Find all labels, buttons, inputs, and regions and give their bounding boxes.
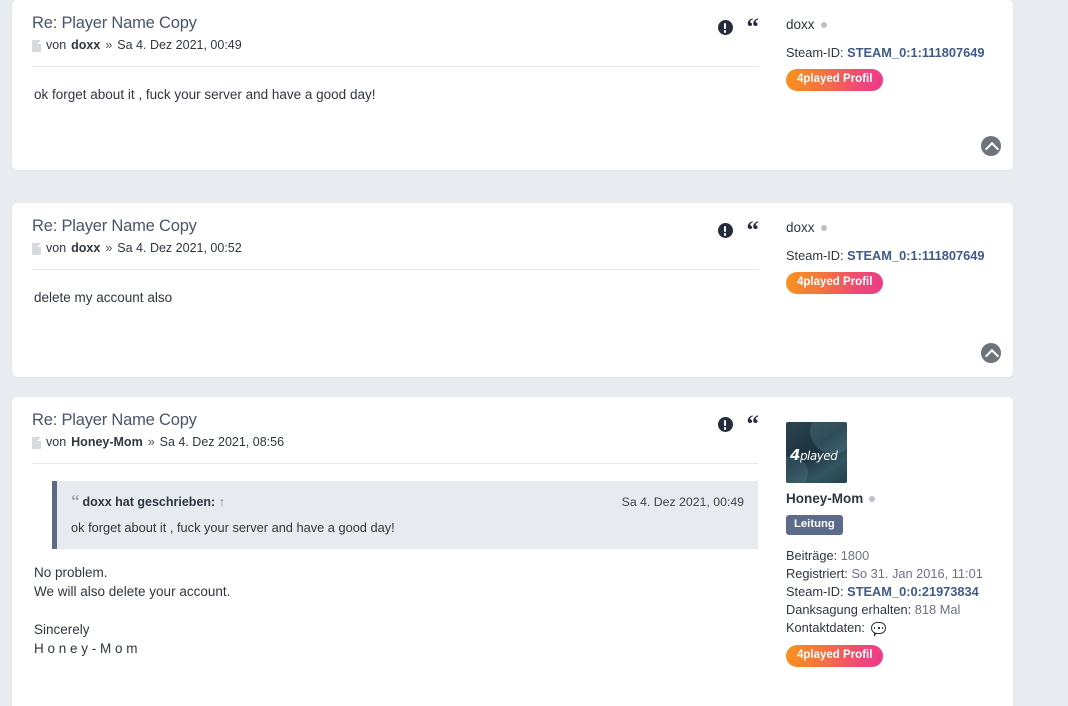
profile-username[interactable]: Honey-Mom (786, 490, 863, 508)
byline-author[interactable]: doxx (71, 240, 100, 257)
profile-username-row: doxx (786, 219, 999, 237)
post-actions: “ (717, 218, 759, 243)
post-actions: “ (717, 15, 759, 40)
quote-mark-icon: “ (71, 491, 79, 510)
post-body-text: ok forget about it , fuck your server an… (34, 87, 376, 102)
post-card: Re: Player Name Copy von doxx » Sa 4. De… (12, 203, 1013, 377)
quote-block: “ doxx hat geschrieben: ↑ Sa 4. Dez 2021,… (52, 481, 758, 549)
byline-separator: » (105, 241, 113, 255)
quote-header: “ doxx hat geschrieben: ↑ Sa 4. Dez 2021,… (71, 491, 744, 511)
post-content-column: Re: Player Name Copy von doxx » Sa 4. De… (12, 0, 780, 170)
post-card: Re: Player Name Copy von doxx » Sa 4. De… (12, 0, 1013, 170)
steam-id-label: Steam-ID: (786, 248, 844, 263)
quote-jump-up-icon[interactable]: ↑ (219, 495, 225, 509)
quote-icon[interactable]: “ (747, 15, 759, 40)
stat-label: Danksagung erhalten: (786, 602, 912, 617)
post-document-icon (32, 39, 41, 52)
speech-bubble-icon[interactable] (870, 622, 886, 637)
report-icon[interactable] (717, 223, 733, 238)
post-document-icon (32, 242, 41, 255)
online-status-dot (869, 496, 876, 502)
avatar-logo: 4played (790, 446, 838, 464)
profile-username-row: doxx (786, 16, 999, 34)
quote-author[interactable]: doxx (83, 495, 112, 509)
stat-label: Beiträge: (786, 548, 838, 563)
stat-value: 1800 (840, 548, 870, 563)
post-content-column: Re: Player Name Copy von Honey-Mom » Sa … (12, 397, 780, 706)
post-title[interactable]: Re: Player Name Copy (32, 12, 780, 34)
rank-badge: Leitung (786, 515, 843, 535)
steam-id-value[interactable]: STEAM_0:1:111807649 (847, 45, 984, 60)
stat-row: Steam-ID: STEAM_0:0:21973834 (786, 583, 999, 601)
stat-row: Beiträge: 1800 (786, 547, 999, 565)
stat-value[interactable]: STEAM_0:0:21973834 (847, 584, 979, 599)
byline-von: von (46, 435, 67, 449)
profile-stats: Beiträge: 1800 Registriert: So 31. Jan 2… (786, 547, 999, 637)
post-card: Re: Player Name Copy von Honey-Mom » Sa … (12, 397, 1013, 706)
post-actions: “ (717, 412, 759, 437)
steam-id-value[interactable]: STEAM_0:1:111807649 (847, 248, 984, 263)
post-byline: von doxx » Sa 4. Dez 2021, 00:52 (32, 240, 780, 257)
steam-id-label: Steam-ID: (786, 45, 844, 60)
post-byline: von doxx » Sa 4. Dez 2021, 00:49 (32, 37, 780, 54)
stat-value: So 31. Jan 2016, 11:01 (851, 566, 983, 581)
quote-attribution: “ doxx hat geschrieben: ↑ (71, 491, 225, 511)
profile-button[interactable]: 4played Profil (786, 272, 884, 294)
profile-steam-row: Steam-ID: STEAM_0:1:111807649 (786, 44, 999, 61)
quote-text: ok forget about it , fuck your server an… (71, 520, 395, 535)
stat-row: Registriert: So 31. Jan 2016, 11:01 (786, 565, 999, 583)
report-icon[interactable] (717, 20, 733, 35)
contact-label: Kontaktdaten: (786, 620, 865, 635)
stat-label: Registriert: (786, 566, 848, 581)
profile-steam-row: Steam-ID: STEAM_0:1:111807649 (786, 247, 999, 264)
profile-button[interactable]: 4played Profil (786, 69, 884, 91)
online-status-dot (820, 22, 827, 28)
post-author-profile: 4played Honey-Mom Leitung Beiträge: 1800… (780, 397, 1013, 706)
profile-username[interactable]: doxx (786, 16, 815, 34)
online-status-dot (820, 225, 827, 231)
post-body-text: delete my account also (34, 290, 173, 305)
forum-thread-page: Re: Player Name Copy von doxx » Sa 4. De… (0, 0, 1068, 706)
byline-author[interactable]: doxx (71, 37, 100, 54)
stat-value: 818 Mal (914, 602, 961, 617)
report-icon[interactable] (717, 417, 733, 432)
post-byline: von Honey-Mom » Sa 4. Dez 2021, 08:56 (32, 434, 780, 451)
byline-separator: » (105, 38, 113, 52)
post-content-column: Re: Player Name Copy von doxx » Sa 4. De… (12, 203, 780, 377)
post-document-icon (32, 436, 41, 449)
post-title[interactable]: Re: Player Name Copy (32, 409, 780, 431)
byline-von: von (46, 241, 67, 255)
post-author-profile: doxx Steam-ID: STEAM_0:1:111807649 4play… (780, 203, 1013, 377)
profile-username-row: Honey-Mom (786, 490, 999, 508)
quote-icon[interactable]: “ (747, 412, 759, 437)
profile-username[interactable]: doxx (786, 219, 815, 237)
byline-separator: » (147, 435, 155, 449)
byline-author[interactable]: Honey-Mom (71, 434, 143, 451)
byline-date: Sa 4. Dez 2021, 00:49 (117, 38, 242, 52)
post-title[interactable]: Re: Player Name Copy (32, 215, 780, 237)
back-to-top-button[interactable] (981, 343, 1001, 363)
stat-label: Steam-ID: (786, 584, 844, 599)
byline-date: Sa 4. Dez 2021, 00:52 (117, 241, 242, 255)
profile-button[interactable]: 4played Profil (786, 645, 884, 667)
post-body-text: No problem. We will also delete your acc… (34, 565, 231, 656)
quote-icon[interactable]: “ (747, 218, 759, 243)
avatar[interactable]: 4played (786, 422, 847, 483)
stat-row: Danksagung erhalten: 818 Mal (786, 601, 999, 619)
byline-date: Sa 4. Dez 2021, 08:56 (159, 435, 285, 449)
post-author-profile: doxx Steam-ID: STEAM_0:1:111807649 4play… (780, 0, 1013, 170)
back-to-top-button[interactable] (981, 136, 1001, 156)
byline-von: von (46, 38, 67, 52)
quote-date: Sa 4. Dez 2021, 00:49 (621, 495, 744, 509)
quote-said-label: hat geschrieben: (115, 495, 216, 509)
post-divider (32, 463, 758, 464)
contact-row: Kontaktdaten: (786, 619, 999, 637)
